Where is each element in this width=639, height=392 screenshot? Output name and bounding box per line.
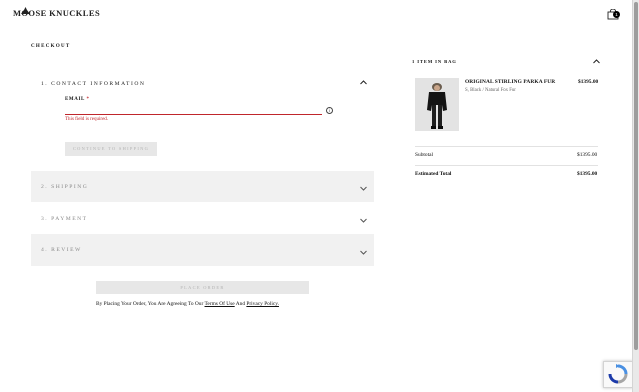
divider <box>415 165 598 166</box>
brand-logo[interactable]: MOOSE KNUCKLES <box>13 7 100 18</box>
step-review[interactable]: 4. REVIEW <box>31 234 374 266</box>
recaptcha-icon <box>608 364 628 384</box>
product-name[interactable]: ORIGINAL STIRLING PARKA FUR <box>465 79 555 85</box>
estimated-total-label: Estimated Total <box>415 171 452 177</box>
product-variant: S, Black / Natural Fox Fur <box>465 88 516 93</box>
step-label: 4. REVIEW <box>41 247 82 253</box>
privacy-policy-link[interactable]: Privacy Policy. <box>246 301 279 307</box>
estimated-total-value: $1395.00 <box>577 171 598 177</box>
scrollbar-thumb[interactable] <box>634 2 638 350</box>
email-error-message: This field is required. <box>65 117 109 122</box>
step-payment[interactable]: 3. PAYMENT <box>31 203 374 234</box>
email-field-underline <box>65 114 322 115</box>
info-icon[interactable]: i <box>326 107 333 114</box>
subtotal-label: Subtotal <box>415 152 433 158</box>
chevron-up-icon[interactable] <box>593 59 600 64</box>
recaptcha-badge[interactable] <box>603 361 633 388</box>
legal-notice: By Placing Your Order, You Are Agreeing … <box>96 301 279 307</box>
bag-header: 1 ITEM IN BAG <box>412 59 457 64</box>
chevron-down-icon[interactable] <box>360 186 367 191</box>
step-shipping[interactable]: 2. SHIPPING <box>31 171 374 202</box>
chevron-down-icon[interactable] <box>360 218 367 223</box>
step-contact-information[interactable]: 1. CONTACT INFORMATION <box>31 68 374 99</box>
place-order-button[interactable]: PLACE ORDER <box>96 281 309 294</box>
chevron-down-icon[interactable] <box>360 250 367 255</box>
terms-of-use-link[interactable]: Terms Of Use <box>205 301 235 307</box>
required-mark: * <box>86 97 90 102</box>
parka-photo-icon <box>415 78 459 131</box>
step-label: 3. PAYMENT <box>41 215 88 222</box>
product-image[interactable] <box>415 78 459 131</box>
chevron-up-icon[interactable] <box>360 80 367 85</box>
page-title: CHECKOUT <box>31 44 71 49</box>
divider <box>415 146 598 147</box>
page-scrollbar[interactable] <box>632 0 639 392</box>
step-label: 1. CONTACT INFORMATION <box>41 80 146 87</box>
continue-to-shipping-button[interactable]: CONTINUE TO SHIPPING <box>65 142 157 156</box>
cart-count-badge: 1 <box>613 11 620 18</box>
step-label: 2. SHIPPING <box>41 183 89 190</box>
subtotal-value: $1395.00 <box>577 152 598 158</box>
email-field[interactable] <box>65 104 322 114</box>
product-price: $1395.00 <box>578 79 599 85</box>
email-label: EMAIL * <box>65 97 90 102</box>
